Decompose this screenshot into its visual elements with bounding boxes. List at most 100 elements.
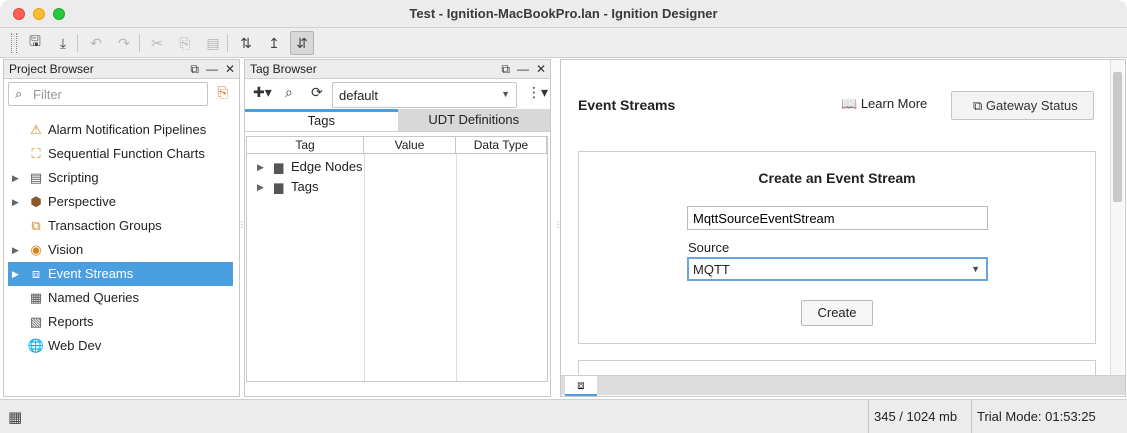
tree-item-label: Transaction Groups <box>48 218 162 233</box>
sfc-icon: ⛶ <box>31 146 41 161</box>
tree-item[interactable]: ⧉ Transaction Groups <box>4 214 239 238</box>
expand-arrow-icon[interactable]: ▶ <box>12 166 19 190</box>
tree-item[interactable]: ⚠ Alarm Notification Pipelines <box>4 118 239 142</box>
gateway-status-button[interactable]: ⧉ Gateway Status <box>951 91 1094 120</box>
toolbar-separator <box>139 34 140 52</box>
expand-arrow-icon[interactable]: ▶ <box>257 177 264 197</box>
save-icon[interactable]: 🖫 <box>23 31 47 55</box>
tab-udt-definitions[interactable]: UDT Definitions <box>397 109 550 132</box>
table-row[interactable]: ▶ ▆ Edge Nodes <box>247 157 547 177</box>
tag-browser-controls: ✚▾ ⌕ ⟳ default ▼ ⋮▾ <box>245 80 550 108</box>
cut-icon[interactable]: ✂ <box>145 31 169 55</box>
search-icon[interactable]: ⌕ <box>285 84 293 104</box>
event-stream-name-input[interactable] <box>687 206 988 230</box>
redo-icon[interactable]: ↷ <box>112 31 136 55</box>
vision-icon: ◉ <box>30 242 42 257</box>
tree-item[interactable]: ▶ ▤ Scripting <box>4 166 239 190</box>
tag-table: Tag Value Data Type ▶ ▆ Edge Nodes ▶ ▆ T… <box>246 136 548 382</box>
tree-item-label: Scripting <box>48 170 99 185</box>
project-filter: ⌕ <box>8 82 208 106</box>
reports-icon: ▧ <box>29 314 43 329</box>
project-tree: ⚠ Alarm Notification Pipelines ⛶ Sequential… <box>4 118 239 358</box>
card-title: Create an Event Stream <box>758 170 916 186</box>
comm-read-write-icon[interactable]: ⇵ <box>290 31 314 55</box>
column-header-tag[interactable]: Tag <box>247 137 364 153</box>
tag-browser-title: Tag Browser <box>250 62 317 76</box>
source-label: Source <box>688 240 730 255</box>
tree-item[interactable]: ▦ Named Queries <box>4 286 239 310</box>
tag-folder-label: Tags <box>291 179 319 194</box>
source-select[interactable]: MQTT ▼ <box>687 257 988 281</box>
tree-item-label: Vision <box>48 242 84 257</box>
tree-item[interactable]: ⛶ Sequential Function Charts <box>4 142 239 166</box>
memory-usage[interactable]: 345 / 1024 mb <box>868 400 971 433</box>
create-button[interactable]: Create <box>801 300 873 326</box>
folder-icon: ▆ <box>274 180 284 194</box>
project-browser-title: Project Browser <box>9 62 94 76</box>
close-panel-icon[interactable]: ✕ <box>225 62 235 77</box>
status-bar: ▦ 345 / 1024 mb Trial Mode: 01:53:25 <box>0 399 1127 433</box>
copy-icon[interactable]: ⎘ <box>173 31 197 55</box>
float-panel-icon[interactable]: ⧉ <box>190 62 199 77</box>
transaction-groups-icon: ⧉ <box>31 218 41 233</box>
perspective-icon: ⬢ <box>30 194 42 209</box>
tag-provider-select[interactable]: default ▼ <box>332 82 517 108</box>
tree-item-label: Web Dev <box>48 338 102 353</box>
folder-icon: ▆ <box>274 160 284 174</box>
tree-item-label: Event Streams <box>48 266 134 281</box>
minimize-panel-icon[interactable]: — <box>206 62 218 77</box>
create-event-stream-card: Create an Event Stream Source MQTT ▼ Cre… <box>578 151 1096 344</box>
comm-read-only-icon[interactable]: ↥ <box>262 31 286 55</box>
comm-off-icon[interactable]: ⇅ <box>234 31 258 55</box>
float-panel-icon[interactable]: ⧉ <box>501 62 510 77</box>
save-publish-icon[interactable]: ⤓ <box>51 31 75 55</box>
grid-icon[interactable]: ▦ <box>8 408 22 426</box>
more-options-icon[interactable]: ⋮▾ <box>527 84 548 104</box>
scripting-icon: ▤ <box>29 170 43 185</box>
column-header-value[interactable]: Value <box>364 137 456 153</box>
toolbar-separator <box>227 34 228 52</box>
alarm-pipeline-icon: ⚠ <box>30 122 42 137</box>
table-row[interactable]: ▶ ▆ Tags <box>247 177 547 197</box>
scrollbar-thumb[interactable] <box>1113 72 1122 202</box>
learn-more-link[interactable]: 📖 Learn More <box>841 96 927 112</box>
expand-arrow-icon[interactable]: ▶ <box>12 238 19 262</box>
source-value: MQTT <box>693 262 730 277</box>
tree-item[interactable]: 🌐 Web Dev <box>4 334 239 358</box>
tag-browser-panel: Tag Browser ⧉ — ✕ ✚▾ ⌕ ⟳ default ▼ ⋮▾ Ta… <box>244 59 551 397</box>
refresh-icon[interactable]: ⟳ <box>311 84 323 104</box>
tree-item-label: Alarm Notification Pipelines <box>48 122 207 137</box>
window-title: Test - Ignition-MacBookPro.lan - Ignitio… <box>409 6 718 21</box>
undo-icon[interactable]: ↶ <box>84 31 108 55</box>
filter-options-icon[interactable]: ⎘ <box>213 84 233 104</box>
project-browser-header: Project Browser ⧉ — ✕ <box>4 60 239 79</box>
tag-browser-header: Tag Browser ⧉ — ✕ <box>245 60 550 79</box>
tree-item[interactable]: ▶ ◉ Vision <box>4 238 239 262</box>
expand-arrow-icon[interactable]: ▶ <box>257 157 264 177</box>
web-dev-icon: 🌐 <box>27 338 45 353</box>
tab-tags[interactable]: Tags <box>245 109 398 132</box>
filter-input[interactable] <box>33 83 203 105</box>
column-header-data-type[interactable]: Data Type <box>456 137 547 153</box>
external-link-icon: ⧉ <box>973 98 983 113</box>
book-icon: 📖 <box>841 96 858 111</box>
tree-item[interactable]: ▶ ⧈ Event Streams <box>8 262 233 286</box>
main-toolbar: 🖫 ⤓ ↶ ↷ ✂ ⎘ ▤ ⇅ ↥ ⇵ <box>0 28 1127 58</box>
expand-arrow-icon[interactable]: ▶ <box>12 190 19 214</box>
tag-folder-label: Edge Nodes <box>291 159 363 174</box>
minimize-panel-icon[interactable]: — <box>517 62 529 77</box>
tree-item[interactable]: ▶ ⬢ Perspective <box>4 190 239 214</box>
tree-item-label: Perspective <box>48 194 116 209</box>
title-bar: Test - Ignition-MacBookPro.lan - Ignitio… <box>0 0 1127 28</box>
vertical-scrollbar[interactable] <box>1110 60 1124 375</box>
expand-arrow-icon[interactable]: ▶ <box>12 262 19 286</box>
add-tag-icon[interactable]: ✚▾ <box>253 84 272 104</box>
close-panel-icon[interactable]: ✕ <box>536 62 546 77</box>
paste-icon[interactable]: ▤ <box>201 31 225 55</box>
toolbar-grip[interactable] <box>11 33 17 53</box>
project-browser-panel: Project Browser ⧉ — ✕ ⌕ ⎘ ⚠ Alarm Notific… <box>3 59 240 397</box>
tree-item[interactable]: ▧ Reports <box>4 310 239 334</box>
tree-item-label: Sequential Function Charts <box>48 146 205 161</box>
event-streams-tab-icon[interactable]: ⧈ <box>565 376 597 396</box>
tree-item-label: Reports <box>48 314 94 329</box>
